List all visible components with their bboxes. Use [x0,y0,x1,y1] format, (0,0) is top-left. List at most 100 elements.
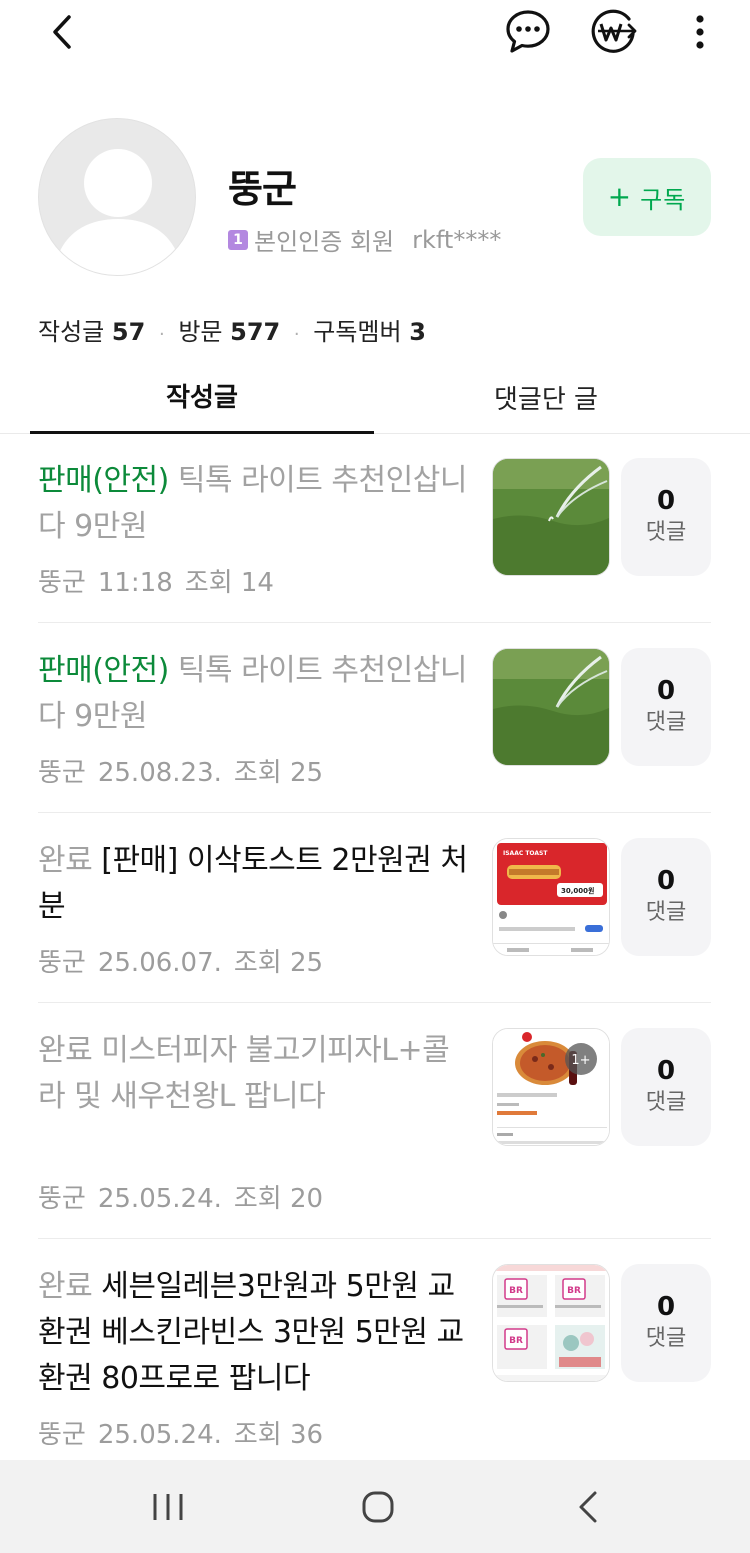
post-thumbnail[interactable] [492,458,610,576]
comment-count-box[interactable]: 0 댓글 [621,648,711,766]
post-views: 조회 14 [184,568,274,598]
thumb-price-text: 30,000원 [561,886,594,895]
isaac-toast-coupon-image: ISAAC TOAST 30,000원 [493,839,609,955]
post-author: 뚱군 [38,1184,86,1214]
comment-label: 댓글 [645,1326,687,1351]
more-vertical-icon [696,15,704,49]
comment-count-box[interactable]: 0 댓글 [621,458,711,576]
post-status-prefix: 판매(안전) [38,653,169,688]
grass-sprinkler-image [493,649,609,765]
thumb-brand-text: BR [567,1286,581,1296]
post-date: 25.06.07. [97,948,222,978]
post-date: 25.05.24. [97,1420,222,1450]
list-item[interactable]: 완료 미스터피자 불고기피자L+콜라 및 새우천왕L 팝니다 뚱군 25.05.2… [38,1028,711,1234]
list-item[interactable]: 완료 [판매] 이삭토스트 2만원권 처분 뚱군 25.06.07. 조회 25 I… [38,838,711,998]
post-title: 완료 미스터피자 불고기피자L+콜라 및 새우천왕L 팝니다 [38,1028,468,1120]
post-thumbnail[interactable]: ISAAC TOAST 30,000원 [492,838,610,956]
won-transfer-icon [591,9,637,53]
list-item[interactable]: 판매(안전) 틱톡 라이트 추천인삽니다 9만원 뚱군 25.08.23. 조회 2… [38,648,711,808]
home-button[interactable] [318,1460,438,1553]
comment-label: 댓글 [645,1090,687,1115]
image-count-badge: 1+ [571,1053,590,1068]
visits-label: 방문 [178,318,223,346]
post-title: 완료 [판매] 이삭토스트 2만원권 처분 [38,838,468,930]
divider [38,1002,711,1003]
comment-count-box[interactable]: 0 댓글 [621,1028,711,1146]
post-views: 조회 36 [233,1420,324,1450]
recent-apps-icon [153,1493,183,1520]
tab-written-posts[interactable]: 작성글 [30,360,374,434]
comment-count-box[interactable]: 0 댓글 [621,838,711,956]
divider [38,622,711,623]
post-date: 25.08.23. [97,758,222,788]
system-navigation-bar [0,1460,750,1553]
post-date: 25.05.24. [97,1184,222,1214]
post-status-prefix: 완료 [38,1269,93,1304]
members-count: 3 [409,318,426,346]
divider [38,1238,711,1239]
profile-tabs: 작성글 댓글단 글 [0,360,750,434]
top-app-bar [0,0,750,64]
thumb-brand-text: BR [509,1286,523,1296]
thumb-brand-text: BR [509,1336,523,1346]
verified-badge-icon: 1 [228,229,248,250]
comment-count-box[interactable]: 0 댓글 [621,1264,711,1382]
post-meta: 뚱군 25.05.24. 조회 36 [38,1414,323,1451]
nav-back-icon [579,1491,597,1522]
chevron-left-icon [53,15,71,49]
chat-button[interactable] [500,4,556,60]
default-avatar-icon [53,149,183,275]
baskin-robbins-coupons-image: BR BR BR [493,1265,609,1381]
post-title-text: 세븐일레븐3만원과 5만원 교환권 베스킨라빈스 3만원 5만원 교환권 80프… [38,1269,464,1396]
subscribe-button[interactable]: + 구독 [583,158,711,236]
subscribe-label: 구독 [640,185,687,214]
verification-label: 본인인증 회원 [254,228,395,256]
home-icon [362,1491,394,1522]
post-meta: 뚱군 25.05.24. 조회 20 [38,1178,323,1215]
pizza-coupon-image: 1+ [493,1029,609,1145]
comment-label: 댓글 [645,900,687,925]
post-thumbnail[interactable]: 1+ [492,1028,610,1146]
post-thumbnail[interactable]: BR BR BR [492,1264,610,1382]
comment-count: 0 [656,1292,676,1322]
thumb-brand-text: ISAAC TOAST [503,850,548,857]
visits-count: 577 [230,318,281,346]
divider [38,812,711,813]
post-meta: 뚱군 25.06.07. 조회 25 [38,942,323,979]
profile-header: 뚱군 1 본인인증 회원 rkft**** + 구독 [0,118,750,278]
back-button[interactable] [34,6,90,58]
comment-count: 0 [656,866,676,896]
grass-sprinkler-image [493,459,609,575]
separator-dot: · [158,324,165,345]
verification-row: 1 본인인증 회원 rkft**** [228,222,501,257]
post-title-text: 미스터피자 불고기피자L+콜라 및 새우천왕L 팝니다 [38,1033,450,1114]
post-status-prefix: 완료 [38,1033,93,1068]
chat-bubble-dots-icon [506,10,550,53]
more-button[interactable] [680,6,720,58]
tab-commented-posts[interactable]: 댓글단 글 [374,360,718,434]
post-title: 완료 세븐일레븐3만원과 5만원 교환권 베스킨라빈스 3만원 5만원 교환권 … [38,1264,468,1402]
recent-apps-button[interactable] [108,1460,228,1553]
system-back-button[interactable] [528,1460,648,1553]
comment-count: 0 [656,676,676,706]
comment-label: 댓글 [645,520,687,545]
post-author: 뚱군 [38,1420,86,1450]
avatar[interactable] [38,118,196,276]
pay-button[interactable] [586,4,642,60]
posts-count: 57 [111,318,146,346]
post-author: 뚱군 [38,568,86,598]
user-id: rkft**** [412,225,502,254]
list-item[interactable]: 완료 세븐일레븐3만원과 5만원 교환권 베스킨라빈스 3만원 5만원 교환권 … [38,1264,711,1460]
post-meta: 뚱군 25.08.23. 조회 25 [38,752,323,789]
post-thumbnail[interactable] [492,648,610,766]
post-author: 뚱군 [38,758,86,788]
profile-nickname: 뚱군 [228,167,297,211]
post-views: 조회 25 [233,948,324,978]
post-title: 판매(안전) 틱톡 라이트 추천인삽니다 9만원 [38,648,468,740]
plus-icon: + [607,180,633,213]
list-item[interactable]: 판매(안전) 틱톡 라이트 추천인삽니다 9만원 뚱군 11:18 조회 14 0 … [38,458,711,618]
post-author: 뚱군 [38,948,86,978]
profile-stats: 작성글 57 · 방문 577 · 구독멤버 3 [38,312,426,347]
post-meta: 뚱군 11:18 조회 14 [38,562,274,599]
comment-label: 댓글 [645,710,687,735]
